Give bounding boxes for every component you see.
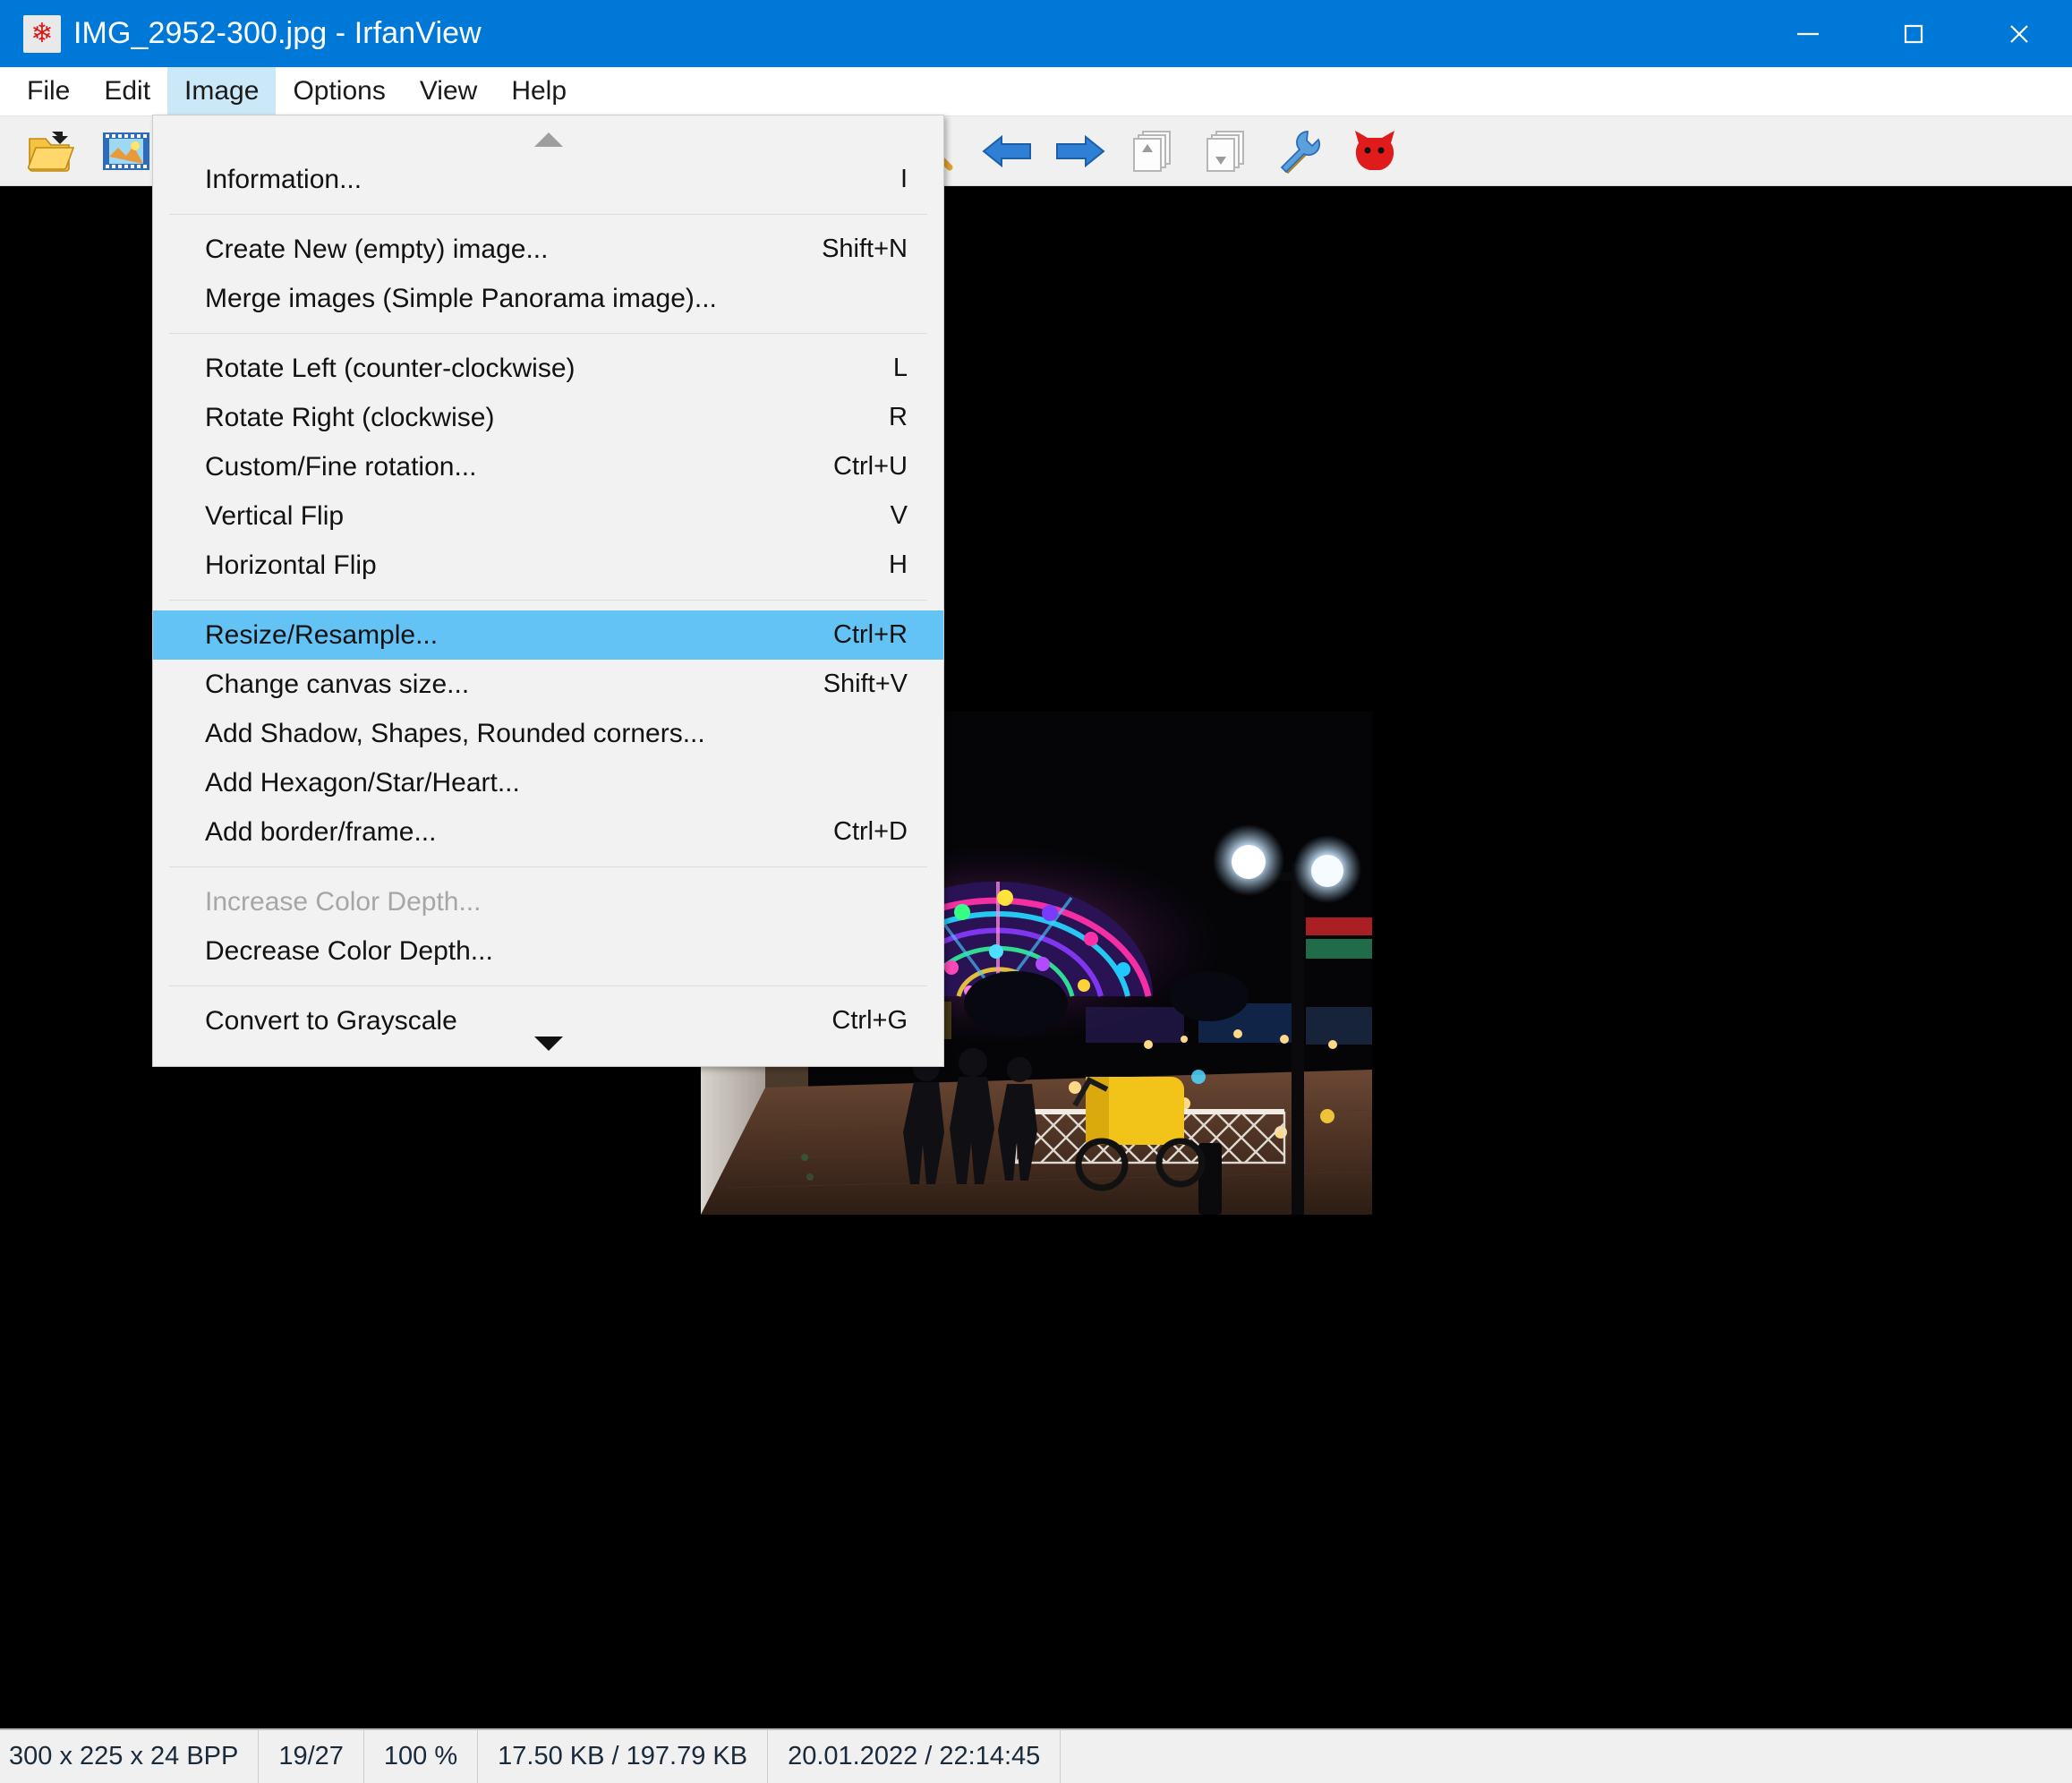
menu-item-rotate-left[interactable]: Rotate Left (counter-clockwise) L bbox=[153, 344, 943, 393]
menu-item-shortcut: H bbox=[889, 550, 908, 579]
menubar-item-help[interactable]: Help bbox=[494, 67, 584, 116]
menu-item-label: Increase Color Depth... bbox=[205, 886, 482, 917]
menu-item-shortcut: Shift+N bbox=[822, 235, 908, 263]
menu-item-add-shadow-shapes[interactable]: Add Shadow, Shapes, Rounded corners... bbox=[153, 709, 943, 758]
menu-bar: File Edit Image Options View Help bbox=[0, 66, 2072, 116]
menu-item-label: Create New (empty) image... bbox=[205, 234, 549, 264]
menu-item-shortcut: Ctrl+U bbox=[833, 452, 908, 481]
scroll-up-arrow[interactable] bbox=[153, 124, 943, 155]
menu-item-label: Change canvas size... bbox=[205, 669, 470, 699]
menubar-item-options[interactable]: Options bbox=[276, 67, 402, 116]
menubar-item-view[interactable]: View bbox=[403, 67, 494, 116]
menu-item-information[interactable]: Information... I bbox=[153, 155, 943, 204]
status-zoom: 100 % bbox=[364, 1730, 479, 1783]
menu-item-resize-resample[interactable]: Resize/Resample... Ctrl+R bbox=[153, 610, 943, 660]
menu-separator bbox=[169, 600, 927, 601]
menu-item-increase-color-depth: Increase Color Depth... bbox=[153, 877, 943, 926]
window-title: IMG_2952-300.jpg - IrfanView bbox=[73, 16, 482, 50]
maximize-button[interactable] bbox=[1861, 0, 1966, 67]
menu-item-decrease-color-depth[interactable]: Decrease Color Depth... bbox=[153, 926, 943, 976]
menu-item-label: Resize/Resample... bbox=[205, 619, 439, 650]
menu-item-label: Add Shadow, Shapes, Rounded corners... bbox=[205, 718, 705, 748]
scroll-down-arrow[interactable] bbox=[153, 1028, 943, 1059]
menu-separator bbox=[169, 866, 927, 867]
irfanview-window: ❄ IMG_2952-300.jpg - IrfanView File Edit… bbox=[0, 0, 2072, 1783]
menu-item-shortcut: Ctrl+R bbox=[833, 620, 908, 649]
title-bar: ❄ IMG_2952-300.jpg - IrfanView bbox=[0, 0, 2072, 67]
menu-item-label: Vertical Flip bbox=[205, 500, 345, 531]
open-file-icon[interactable] bbox=[16, 119, 90, 183]
status-index: 19/27 bbox=[259, 1730, 364, 1783]
menu-item-shortcut: V bbox=[890, 501, 908, 530]
menu-separator bbox=[169, 214, 927, 215]
menu-separator bbox=[169, 333, 927, 334]
pages-up-icon bbox=[1117, 119, 1190, 183]
menu-item-label: Information... bbox=[205, 164, 362, 194]
menu-item-label: Custom/Fine rotation... bbox=[205, 451, 477, 482]
arrow-left-icon[interactable] bbox=[970, 119, 1044, 183]
menu-item-label: Rotate Left (counter-clockwise) bbox=[205, 353, 576, 383]
menu-item-label: Decrease Color Depth... bbox=[205, 935, 493, 966]
irfanview-cat-icon: ❄ bbox=[23, 14, 61, 53]
menu-item-rotate-right[interactable]: Rotate Right (clockwise) R bbox=[153, 393, 943, 442]
menu-item-label: Add Hexagon/Star/Heart... bbox=[205, 767, 520, 798]
status-bar: 300 x 225 x 24 BPP 19/27 100 % 17.50 KB … bbox=[0, 1728, 2072, 1783]
menu-item-shortcut: I bbox=[900, 165, 908, 193]
menu-separator bbox=[169, 985, 927, 986]
tools-wrench-icon[interactable] bbox=[1264, 119, 1337, 183]
menu-item-custom-fine-rotation[interactable]: Custom/Fine rotation... Ctrl+U bbox=[153, 442, 943, 491]
menu-item-merge-images[interactable]: Merge images (Simple Panorama image)... bbox=[153, 274, 943, 323]
menu-item-label: Rotate Right (clockwise) bbox=[205, 402, 495, 432]
status-datetime: 20.01.2022 / 22:14:45 bbox=[768, 1730, 1062, 1783]
pages-down-icon bbox=[1190, 119, 1264, 183]
menubar-item-image[interactable]: Image bbox=[167, 66, 277, 116]
menu-item-label: Merge images (Simple Panorama image)... bbox=[205, 283, 717, 313]
menu-item-shortcut: Ctrl+D bbox=[833, 817, 908, 846]
status-dimensions: 300 x 225 x 24 BPP bbox=[0, 1730, 260, 1783]
menu-item-horizontal-flip[interactable]: Horizontal Flip H bbox=[153, 541, 943, 590]
menu-item-shortcut: L bbox=[892, 354, 908, 382]
red-cat-icon[interactable] bbox=[1337, 119, 1411, 183]
menu-item-add-border-frame[interactable]: Add border/frame... Ctrl+D bbox=[153, 807, 943, 857]
arrow-right-icon[interactable] bbox=[1044, 119, 1117, 183]
status-filesize: 17.50 KB / 197.79 KB bbox=[478, 1730, 769, 1783]
image-menu-dropdown[interactable]: Information... I Create New (empty) imag… bbox=[152, 115, 944, 1067]
menu-item-label: Horizontal Flip bbox=[205, 550, 377, 580]
menu-item-create-new-image[interactable]: Create New (empty) image... Shift+N bbox=[153, 225, 943, 274]
menu-item-change-canvas-size[interactable]: Change canvas size... Shift+V bbox=[153, 660, 943, 709]
menubar-item-file[interactable]: File bbox=[10, 67, 87, 116]
menu-item-add-hexagon-star-heart[interactable]: Add Hexagon/Star/Heart... bbox=[153, 758, 943, 807]
menu-item-label: Add border/frame... bbox=[205, 816, 437, 847]
menu-item-vertical-flip[interactable]: Vertical Flip V bbox=[153, 491, 943, 541]
menu-item-shortcut: R bbox=[889, 403, 908, 431]
menubar-item-edit[interactable]: Edit bbox=[87, 67, 167, 116]
menu-item-shortcut: Shift+V bbox=[823, 670, 908, 698]
window-controls bbox=[1755, 0, 2072, 67]
minimize-button[interactable] bbox=[1755, 0, 1861, 67]
close-button[interactable] bbox=[1966, 0, 2072, 67]
